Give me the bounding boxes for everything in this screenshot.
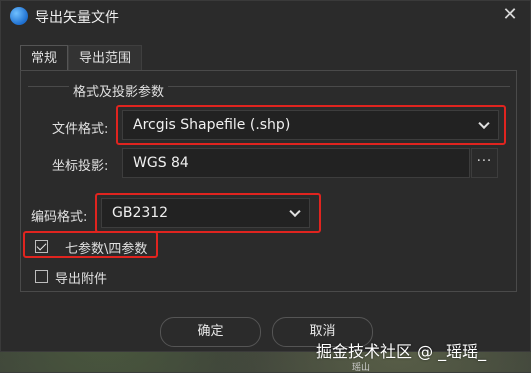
highlight-seven-params xyxy=(23,231,158,258)
export-attachments-label: 导出附件 xyxy=(55,272,108,287)
window-title: 导出矢量文件 xyxy=(35,10,119,26)
tab-general[interactable]: 常规 xyxy=(20,45,69,71)
group-title: 格式及投影参数 xyxy=(69,81,169,100)
ok-button[interactable]: 确定 xyxy=(160,317,261,347)
coordinate-browse-button[interactable]: ··· xyxy=(471,148,498,178)
export-vector-dialog: 导出矢量文件 ✕ 常规 导出范围 格式及投影参数 文件格式: Arcgis Sh… xyxy=(0,0,531,352)
tab-bar: 常规 导出范围 xyxy=(20,45,143,71)
close-icon[interactable]: ✕ xyxy=(498,3,522,27)
coordinate-field[interactable]: WGS 84 xyxy=(122,148,470,178)
highlight-encoding xyxy=(95,193,321,233)
watermark-text: 掘金技术社区 @ _瑶瑶_ xyxy=(316,342,487,361)
coordinate-label: 坐标投影: xyxy=(52,159,109,174)
file-format-label: 文件格式: xyxy=(52,122,109,137)
encoding-label: 编码格式: xyxy=(31,210,88,225)
map-place-label: 瑶山 xyxy=(352,363,371,373)
app-logo-icon xyxy=(10,7,28,25)
highlight-file-format xyxy=(116,105,506,145)
title-bar: 导出矢量文件 ✕ xyxy=(1,1,530,31)
export-attachments-checkbox[interactable] xyxy=(35,270,48,283)
coordinate-value: WGS 84 xyxy=(133,155,189,171)
tab-export-range[interactable]: 导出范围 xyxy=(68,45,143,71)
